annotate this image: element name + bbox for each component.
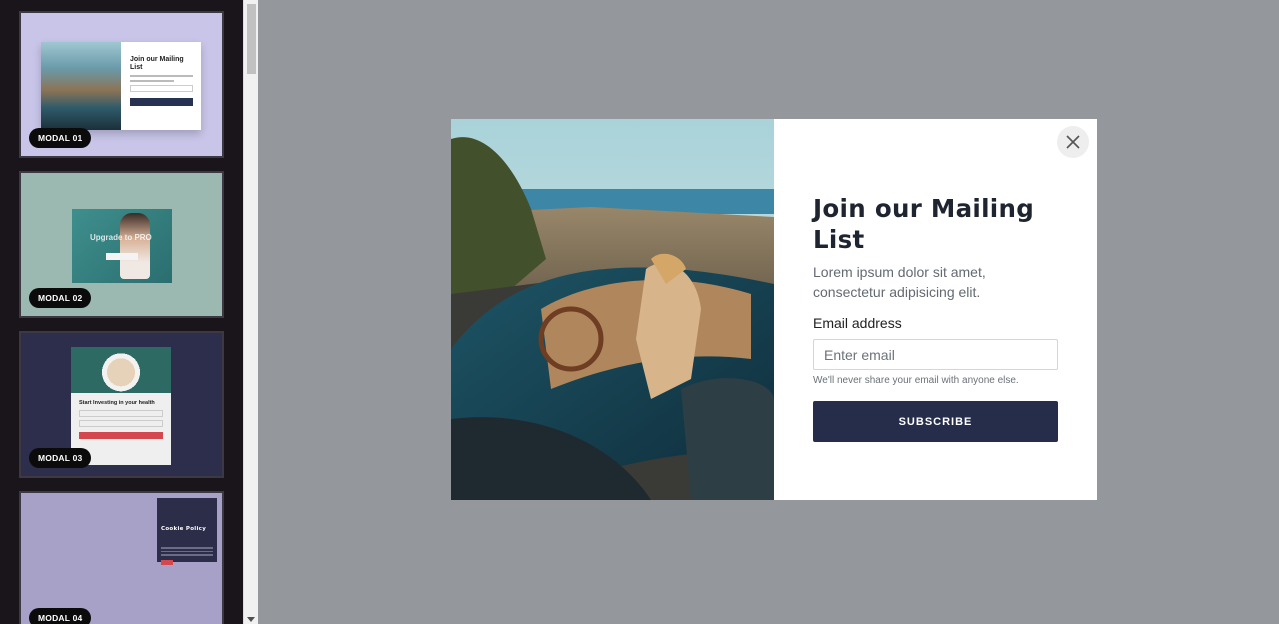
preview-title: Start Investing in your health <box>79 400 155 406</box>
preview-image <box>41 42 121 130</box>
thumbnail-preview: Join our Mailing List <box>41 42 201 130</box>
email-input[interactable] <box>813 339 1058 370</box>
modal-thumbnail-04[interactable]: Cookie Policy MODAL 04 <box>19 491 224 624</box>
modal-content: Join our Mailing List Lorem ipsum dolor … <box>774 119 1097 500</box>
modal-badge: MODAL 02 <box>29 288 92 308</box>
modal-thumbnail-01[interactable]: Join our Mailing List MODAL 01 <box>19 11 224 158</box>
modal-thumbnail-02[interactable]: Upgrade to PRO MODAL 02 <box>19 171 224 318</box>
modal-badge: MODAL 01 <box>29 128 92 148</box>
email-label: Email address <box>813 315 902 331</box>
modal-subtitle: Lorem ipsum dolor sit amet, consectetur … <box>813 264 986 300</box>
thumbnail-preview: Cookie Policy <box>157 498 217 565</box>
convertible-car-photo <box>451 119 774 500</box>
close-button[interactable] <box>1057 126 1089 158</box>
mailing-list-modal: Join our Mailing List Lorem ipsum dolor … <box>451 119 1097 500</box>
preview-title: Cookie Policy <box>161 526 207 532</box>
modal-badge: MODAL 03 <box>29 448 92 468</box>
preview-title: Upgrade to PRO <box>90 233 152 242</box>
scroll-down-arrow-icon[interactable] <box>247 617 255 622</box>
subscribe-button[interactable]: SUBSCRIBE <box>813 401 1058 442</box>
close-icon <box>1066 135 1080 149</box>
preview-title: Join our Mailing List <box>130 56 184 71</box>
thumbnail-preview: Start Investing in your health <box>71 347 171 465</box>
email-help-text: We'll never share your email with anyone… <box>813 375 1019 386</box>
scrollbar-thumb[interactable] <box>247 4 256 74</box>
modal-title: Join our Mailing List <box>813 194 1035 254</box>
modal-badge: MODAL 04 <box>29 608 92 624</box>
modal-list-sidebar: Join our Mailing List MODAL 01 Upgrade t… <box>0 0 258 624</box>
thumbnail-preview: Upgrade to PRO <box>72 209 172 283</box>
sidebar-scrollbar[interactable] <box>243 0 258 624</box>
modal-thumbnail-03[interactable]: Start Investing in your health MODAL 03 <box>19 331 224 478</box>
